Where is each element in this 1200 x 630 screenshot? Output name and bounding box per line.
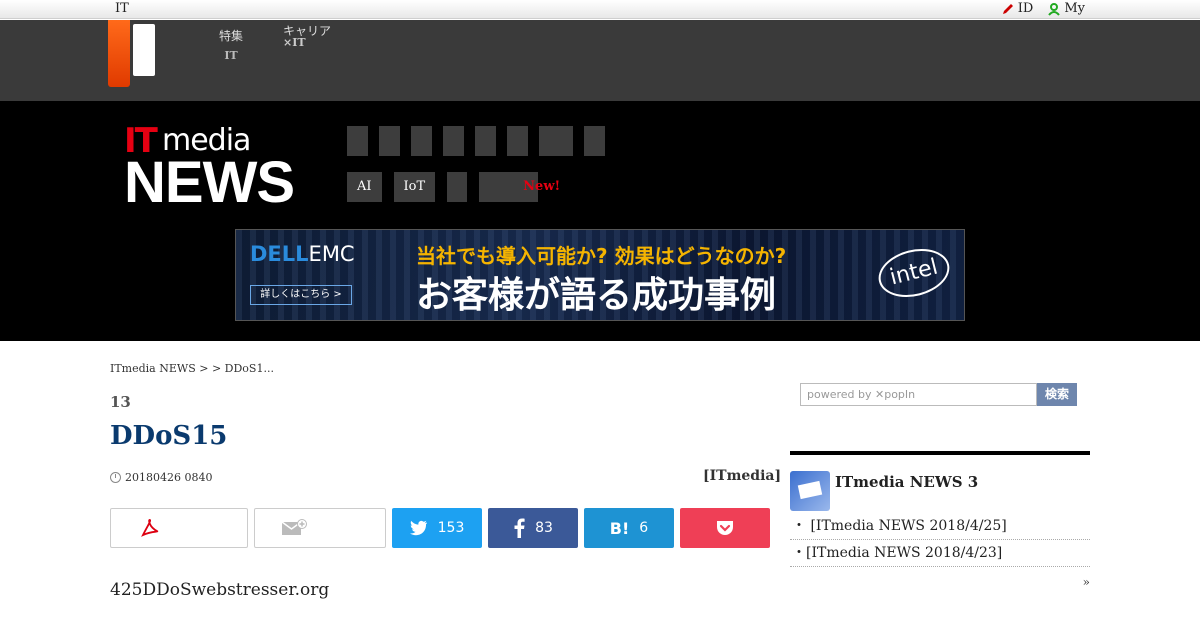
hatena-bookmark-button[interactable]: B! 6	[584, 508, 674, 548]
hatena-bookmark-count: 6	[639, 520, 649, 536]
hatena-b-icon: B!	[609, 518, 630, 538]
site-header: IT media NEWS AI IoT New! DELLEMC 詳しくはこち…	[0, 101, 1200, 341]
category-nav-item[interactable]	[475, 126, 496, 156]
share-buttons: 153 83 B! 6	[110, 508, 770, 548]
twitter-share-count: 153	[437, 520, 465, 536]
tag-iot[interactable]: IoT	[393, 172, 436, 202]
list-item[interactable]: ・ [ITmedia NEWS 2018/4/25]	[790, 513, 1090, 540]
newsletter-box-header: ITmedia NEWS 3	[790, 455, 1090, 513]
logo-news: NEWS	[124, 150, 295, 215]
tag-nav: AI IoT New!	[347, 172, 560, 202]
new-badge: New!	[523, 179, 561, 194]
portal-nav-feature-top: 特集	[219, 29, 244, 43]
category-nav-item[interactable]	[539, 126, 573, 156]
topbar-right-links: ID My	[1001, 1, 1085, 16]
portal-tab-itmedia[interactable]	[108, 20, 130, 87]
list-item[interactable]: ・[ITmedia NEWS 2018/4/23]	[790, 540, 1090, 567]
newsletter-box: ITmedia NEWS 3 ・ [ITmedia NEWS 2018/4/25…	[790, 451, 1090, 589]
tag-item[interactable]	[447, 172, 468, 202]
site-search: powered by ✕popIn 検索	[800, 383, 1077, 406]
banner-details-button[interactable]: 詳しくはこちら >	[250, 285, 352, 305]
my-link-label: My	[1064, 1, 1085, 16]
twitter-share-button[interactable]: 153	[392, 508, 482, 548]
portal-nav-career[interactable]: キャリア ×IT	[283, 25, 331, 49]
breadcrumb[interactable]: ITmedia NEWS > > DDoS1...	[110, 362, 274, 375]
article-series-label: 13	[110, 393, 131, 411]
facebook-f-icon	[514, 518, 525, 538]
facebook-share-count: 83	[535, 520, 553, 536]
category-nav	[347, 126, 605, 156]
article-title: DDoS15	[110, 421, 228, 451]
portal-nav-feature[interactable]: 特集 IT	[219, 26, 243, 66]
portal-nav-feature-bottom: IT	[224, 49, 238, 62]
category-nav-item[interactable]	[507, 126, 528, 156]
envelope-icon	[790, 471, 830, 511]
search-input[interactable]: powered by ✕popIn	[800, 383, 1037, 406]
user-icon	[1048, 2, 1061, 16]
topbar-brand-link[interactable]: IT	[115, 1, 129, 16]
more-link[interactable]: »	[790, 575, 1090, 589]
category-nav-item[interactable]	[443, 126, 464, 156]
id-link[interactable]: ID	[1001, 1, 1034, 16]
banner-headline-1: 当社でも導入可能か? 効果はどうなのか?	[416, 244, 787, 268]
pdf-button[interactable]	[110, 508, 248, 548]
tag-ai[interactable]: AI	[347, 172, 382, 202]
article-lead: 425DDoSwebstresser.org	[110, 580, 330, 600]
banner-brand-logo: DELLEMC	[250, 242, 355, 266]
my-link[interactable]: My	[1047, 1, 1085, 16]
pocket-icon	[717, 521, 733, 535]
article-date: 20180426 0840	[110, 471, 212, 484]
category-nav-item[interactable]	[584, 126, 605, 156]
twitter-bird-icon	[409, 520, 427, 536]
pdf-icon	[141, 519, 159, 537]
newsletter-box-title: ITmedia NEWS 3	[835, 473, 979, 491]
article-date-text: 20180426 0840	[125, 471, 213, 484]
category-nav-item[interactable]	[411, 126, 432, 156]
banner-brand-emc: EMC	[308, 242, 355, 266]
facebook-share-button[interactable]: 83	[488, 508, 578, 548]
email-share-button[interactable]	[254, 508, 386, 548]
portal-bar: 特集 IT キャリア ×IT	[0, 20, 1200, 101]
clock-icon	[110, 472, 121, 483]
pen-icon	[1002, 3, 1013, 14]
mail-plus-icon	[281, 519, 307, 535]
banner-brand-dell: DELL	[250, 242, 309, 266]
category-nav-item[interactable]	[347, 126, 368, 156]
top-utility-bar: IT ID My	[0, 0, 1200, 19]
banner-headline-2: お客様が語る成功事例	[416, 275, 777, 316]
category-nav-item[interactable]	[379, 126, 400, 156]
search-button[interactable]: 検索	[1037, 383, 1077, 406]
portal-tab-secondary[interactable]	[133, 24, 155, 76]
portal-nav-career-bottom: ×IT	[283, 36, 306, 49]
id-link-label: ID	[1017, 1, 1034, 16]
banner-ad-dell-emc[interactable]: DELLEMC 詳しくはこちら > 当社でも導入可能か? 効果はどうなのか? お…	[235, 229, 965, 321]
tag-new-feature[interactable]: New!	[479, 172, 560, 202]
itmedia-news-logo[interactable]: IT media NEWS	[124, 121, 295, 212]
article-source: [ITmedia]	[703, 468, 782, 484]
pocket-button[interactable]	[680, 508, 770, 548]
